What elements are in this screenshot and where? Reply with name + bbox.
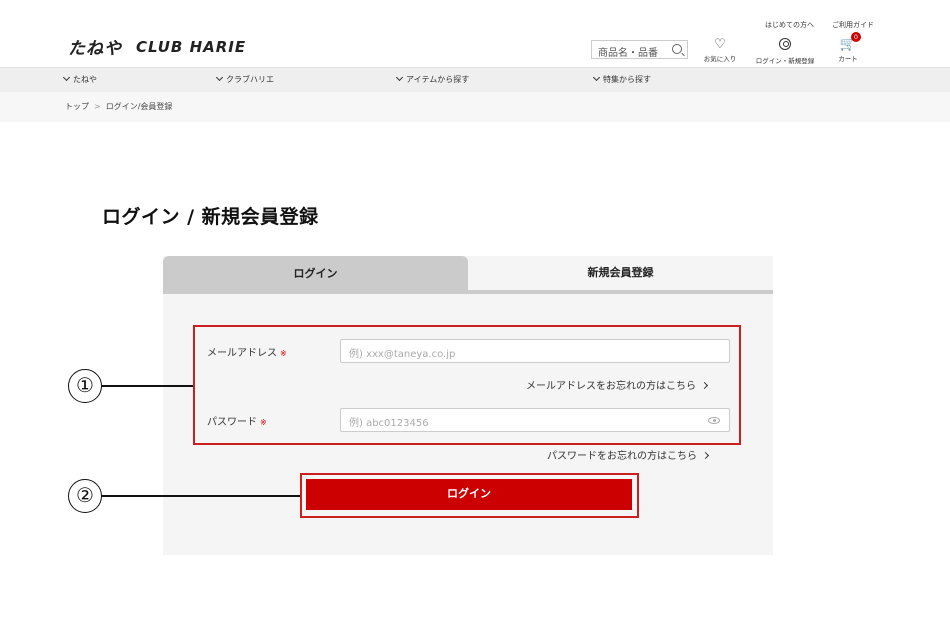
chevron-down-icon xyxy=(592,73,601,82)
cart-label: カート xyxy=(838,55,858,63)
cart-badge: 0 xyxy=(851,32,861,42)
nav-item-items[interactable]: アイテムから探す xyxy=(395,73,469,85)
nav-item-club-harie[interactable]: クラブハリエ xyxy=(215,73,274,85)
annotation-box-1 xyxy=(193,325,741,445)
logo-taneya[interactable]: たねや xyxy=(68,34,122,59)
search-placeholder: 商品名・品番 xyxy=(598,48,658,59)
annotation-number-1: ① xyxy=(68,369,102,403)
annotation-line-1 xyxy=(102,385,193,387)
link-guide[interactable]: ご利用ガイド xyxy=(832,20,874,30)
annotation-line-2 xyxy=(102,495,300,497)
search-input[interactable]: 商品名・品番 xyxy=(591,40,688,59)
page-title: ログイン / 新規会員登録 xyxy=(102,206,319,228)
chevron-down-icon xyxy=(395,73,404,82)
tab-register[interactable]: 新規会員登録 xyxy=(468,256,773,290)
logo[interactable]: たねや CLUB HARIE xyxy=(68,34,246,60)
annotation-box-2 xyxy=(300,473,639,518)
favorites-button[interactable]: ♡ お気に入り xyxy=(700,37,740,63)
cart-button[interactable]: 🛒 0 カート xyxy=(833,32,863,63)
user-icon xyxy=(779,38,791,50)
chevron-right-icon: > xyxy=(94,102,101,111)
breadcrumb-home[interactable]: トップ xyxy=(65,102,89,111)
breadcrumb-current: ログイン/会員登録 xyxy=(105,102,173,111)
forgot-password-link[interactable]: パスワードをお忘れの方はこちら xyxy=(547,447,710,462)
top-links: はじめての方へ ご利用ガイド xyxy=(765,20,874,30)
tabs-divider xyxy=(163,290,773,294)
nav-item-taneya[interactable]: たねや xyxy=(62,73,97,85)
favorites-label: お気に入り xyxy=(703,55,737,63)
nav-item-features[interactable]: 特集から探す xyxy=(592,73,651,85)
search-icon[interactable] xyxy=(672,44,682,54)
chevron-right-icon xyxy=(701,451,710,460)
chevron-down-icon xyxy=(215,73,224,82)
annotation-number-2: ② xyxy=(68,479,102,513)
account-button[interactable]: ログイン・新規登録 xyxy=(750,37,820,65)
account-label: ログイン・新規登録 xyxy=(755,57,815,65)
chevron-down-icon xyxy=(62,73,71,82)
heart-icon: ♡ xyxy=(714,37,726,52)
site-header: たねや CLUB HARIE はじめての方へ ご利用ガイド 商品名・品番 ♡ お… xyxy=(0,0,950,67)
main-nav: たねや クラブハリエ アイテムから探す 特集から探す xyxy=(0,67,950,92)
tabs: ログイン 新規会員登録 xyxy=(163,256,773,294)
logo-club-harie[interactable]: CLUB HARIE xyxy=(136,38,246,56)
tab-login[interactable]: ログイン xyxy=(163,256,468,294)
link-first-time[interactable]: はじめての方へ xyxy=(765,20,814,30)
breadcrumb: トップ > ログイン/会員登録 xyxy=(0,92,950,122)
